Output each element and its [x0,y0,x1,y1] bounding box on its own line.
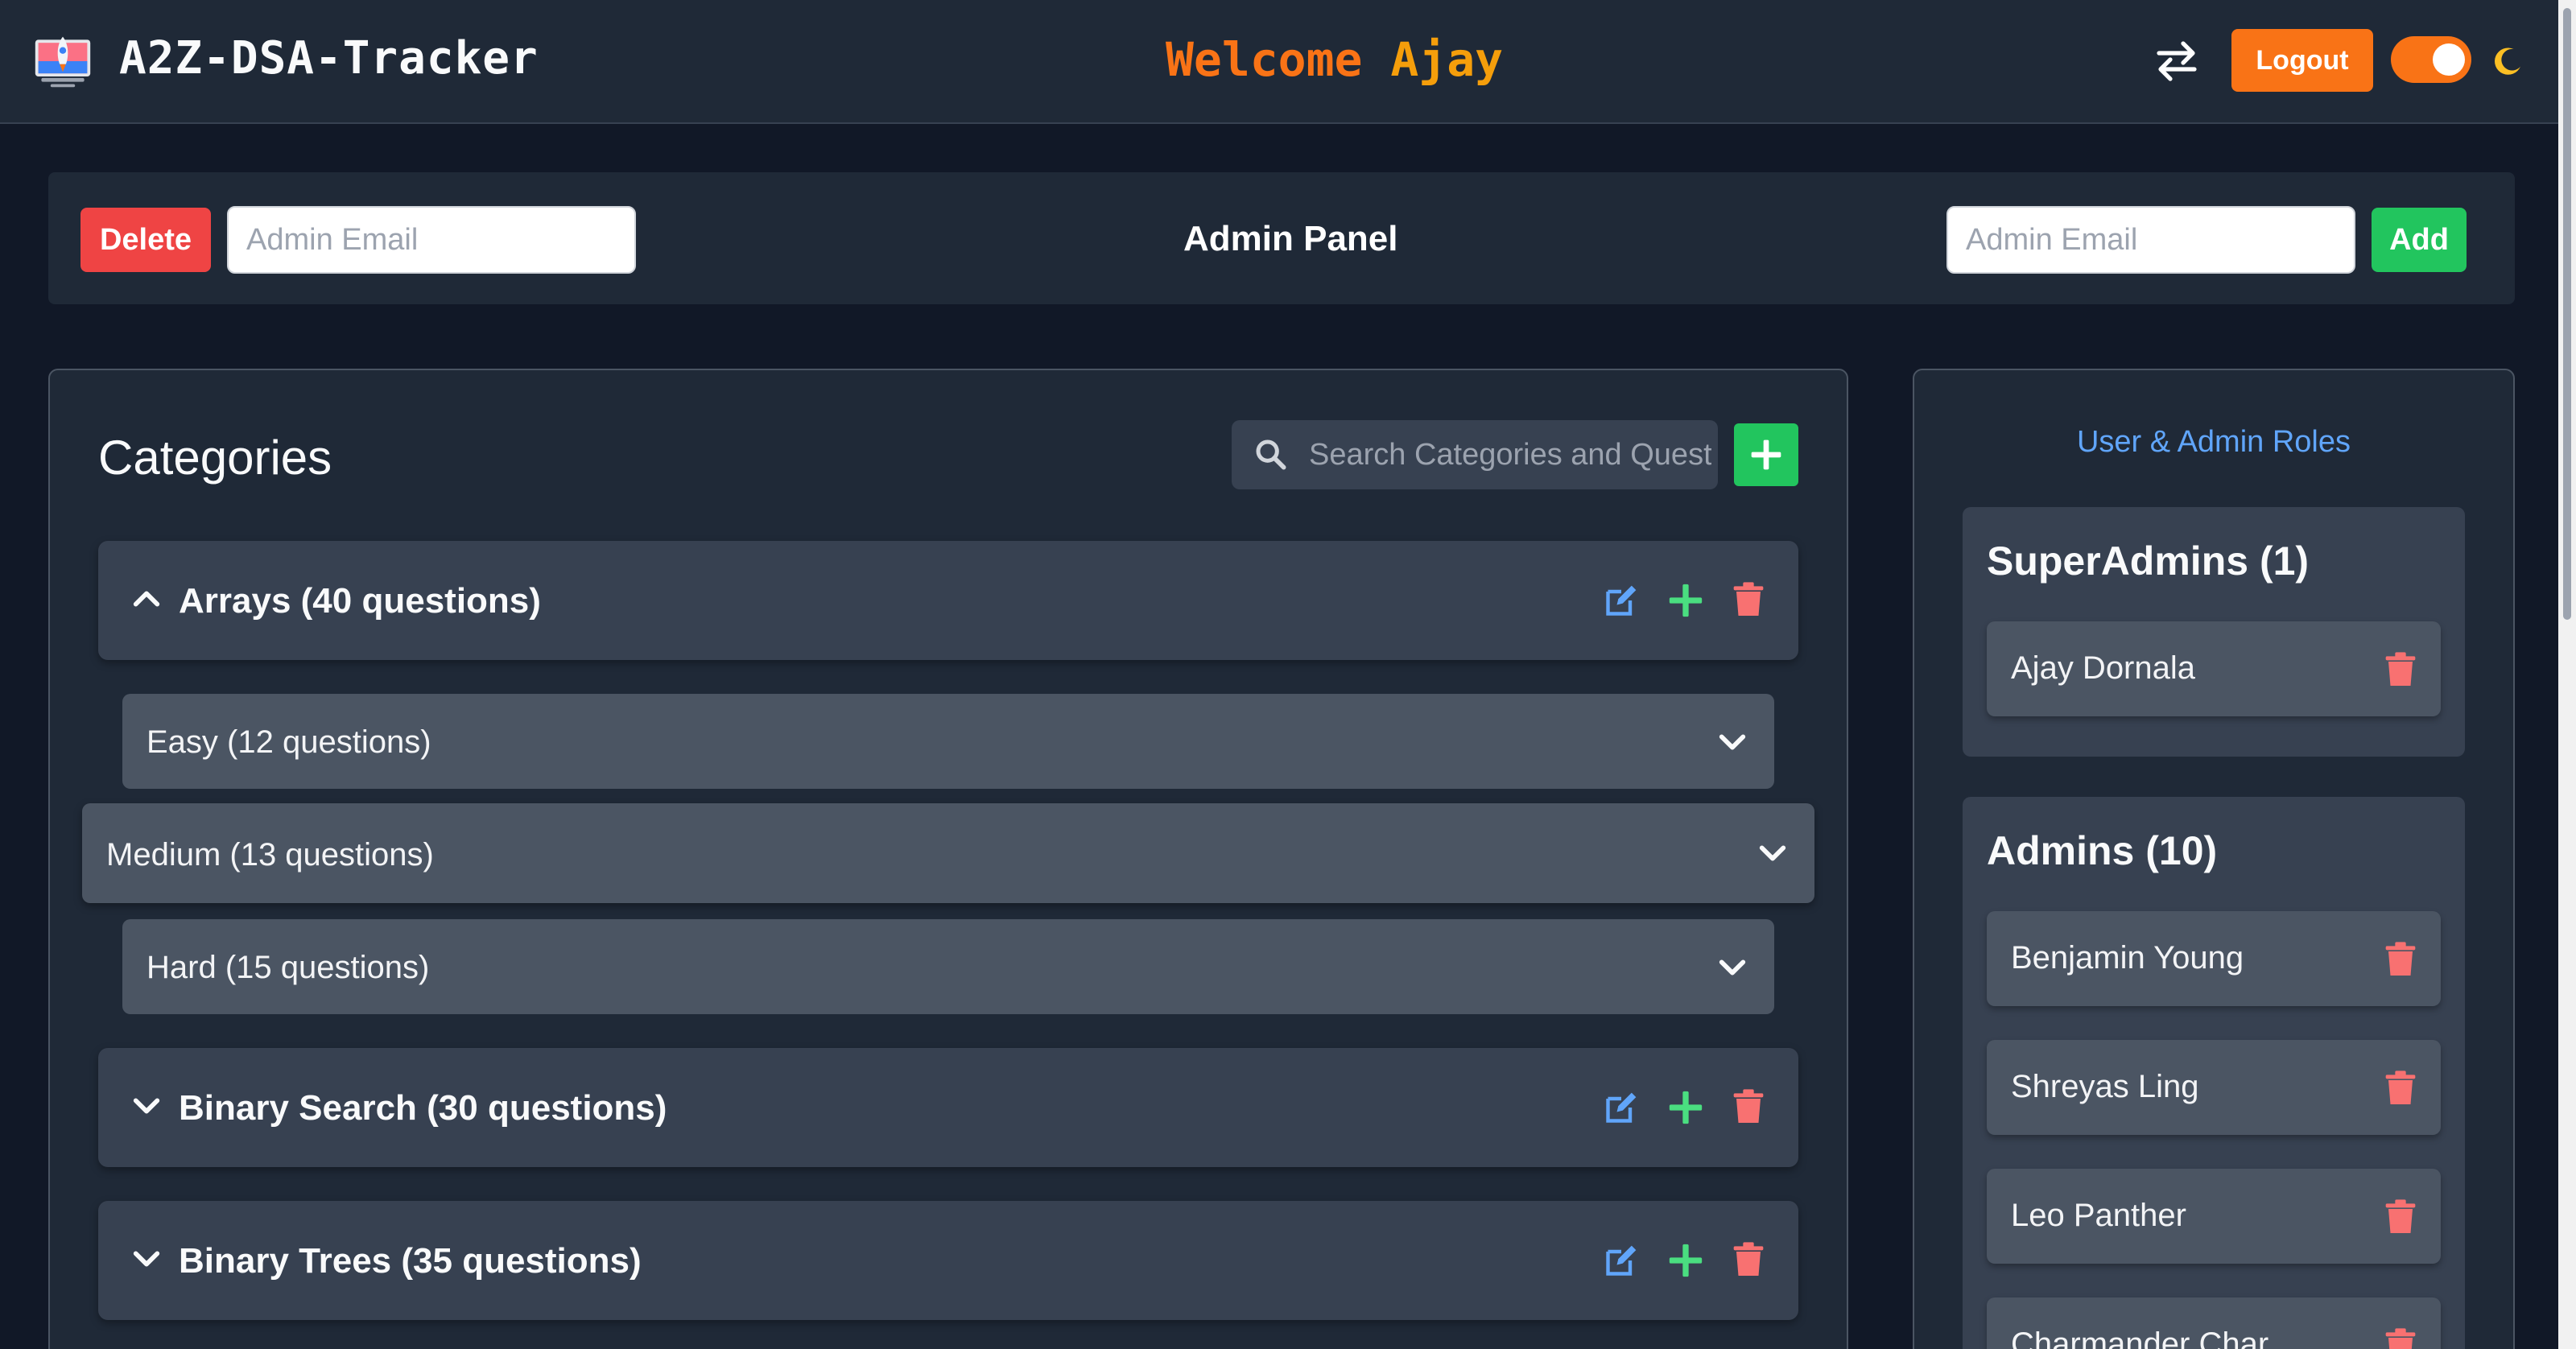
category-row-arrays[interactable]: Arrays (40 questions) [98,541,1798,660]
difficulty-row-easy[interactable]: Easy (12 questions) [122,694,1774,789]
top-navbar: A2Z-DSA-Tracker Welcome Ajay Logout [0,0,2576,124]
swap-arrows-icon[interactable] [2154,39,2199,84]
add-admin-button[interactable]: Add [2372,208,2467,272]
add-admin-email-input[interactable] [1946,206,2355,274]
category-label[interactable]: Binary Trees (35 questions) [179,1241,642,1281]
delete-admin-email-input[interactable] [227,206,636,274]
rocket-logo-icon[interactable] [32,31,93,92]
toggle-knob [2433,43,2465,76]
moon-icon [2495,47,2520,75]
plus-icon[interactable] [1668,583,1703,618]
theme-toggle[interactable] [2391,36,2471,83]
user-name: Charmander Char [2011,1326,2269,1349]
app-brand-title[interactable]: A2Z-DSA-Tracker [119,32,539,85]
roles-title-link[interactable]: User & Admin Roles [1913,425,2515,460]
difficulty-row-hard[interactable]: Hard (15 questions) [122,919,1774,1014]
user-name: Shreyas Ling [2011,1069,2199,1104]
categories-title: Categories [98,431,332,485]
plus-icon [1751,439,1781,470]
user-card-admin: Benjamin Young [1987,911,2441,1006]
add-category-button[interactable] [1734,423,1798,486]
user-name: Benjamin Young [2011,940,2244,976]
edit-icon[interactable] [1604,1243,1639,1278]
admins-title: Admins (10) [1987,828,2218,873]
user-name: Ajay Dornala [2011,650,2196,686]
difficulty-row-medium[interactable]: Medium (13 questions) [82,803,1814,903]
category-search-input[interactable] [1309,420,1711,489]
plus-icon[interactable] [1668,1090,1703,1125]
chevron-down-icon[interactable] [130,1243,163,1275]
trash-icon[interactable] [2384,1328,2417,1349]
category-row-binary-trees[interactable]: Binary Trees (35 questions) [98,1201,1798,1320]
admin-panel-title: Admin Panel [1183,219,1398,258]
user-card-admin: Shreyas Ling [1987,1040,2441,1135]
chevron-down-icon[interactable] [1716,951,1748,984]
difficulty-label: Medium (13 questions) [106,837,434,873]
user-name: Leo Panther [2011,1198,2186,1233]
chevron-down-icon[interactable] [1716,726,1748,758]
trash-icon[interactable] [2384,1071,2417,1106]
trash-icon[interactable] [1732,581,1765,618]
user-card-admin: Charmander Char [1987,1297,2441,1349]
category-label[interactable]: Binary Search (30 questions) [179,1088,667,1128]
superadmins-title: SuperAdmins (1) [1987,538,2310,584]
difficulty-label: Hard (15 questions) [147,950,430,985]
category-search-box [1232,420,1718,489]
welcome-prefix: Welcome [1166,32,1363,87]
difficulty-label: Easy (12 questions) [147,724,431,760]
trash-icon[interactable] [1732,1241,1765,1278]
logout-button[interactable]: Logout [2231,29,2373,92]
chevron-up-icon[interactable] [130,583,163,615]
trash-icon[interactable] [2384,942,2417,977]
search-icon [1256,439,1286,470]
delete-admin-button[interactable]: Delete [80,208,211,272]
edit-icon[interactable] [1604,583,1639,618]
trash-icon[interactable] [1732,1088,1765,1125]
welcome-user-name: Ajay [1390,32,1504,87]
user-card-admin: Leo Panther [1987,1169,2441,1264]
trash-icon[interactable] [2384,652,2417,687]
edit-icon[interactable] [1604,1090,1639,1125]
chevron-down-icon[interactable] [1757,837,1789,869]
trash-icon[interactable] [2384,1199,2417,1235]
user-card-superadmin: Ajay Dornala [1987,621,2441,716]
scrollbar-thumb[interactable] [2563,8,2571,620]
welcome-message: Welcome Ajay [1166,32,1503,87]
plus-icon[interactable] [1668,1243,1703,1278]
category-row-binary-search[interactable]: Binary Search (30 questions) [98,1048,1798,1167]
chevron-down-icon[interactable] [130,1090,163,1122]
category-label[interactable]: Arrays (40 questions) [179,581,541,621]
